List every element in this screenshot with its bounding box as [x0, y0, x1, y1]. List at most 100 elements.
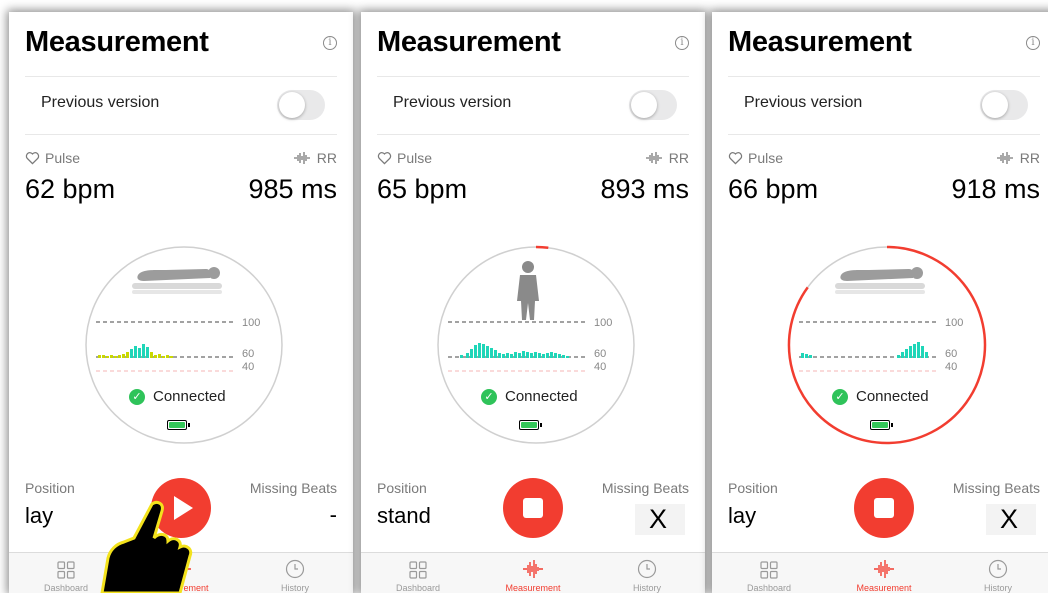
rr-bar [905, 349, 908, 358]
tab-label: Dashboard [395, 583, 441, 593]
connection-status: ✓ Connected [481, 388, 578, 405]
rr-label: RR [668, 150, 689, 166]
check-icon: ✓ [832, 388, 848, 405]
tab-history[interactable]: History [941, 553, 1048, 593]
tab-label: Dashboard [746, 583, 792, 593]
rr-bar [130, 349, 133, 358]
divider [728, 134, 1040, 135]
previous-version-toggle[interactable] [629, 90, 677, 120]
missing-beats-label: Missing Beats [952, 480, 1040, 496]
rr-bar [482, 344, 485, 358]
pulse-label: Pulse [748, 150, 784, 166]
pulse-label: Pulse [397, 150, 433, 166]
rr-bar [166, 355, 169, 358]
clock-icon [637, 559, 657, 579]
clock-icon [988, 559, 1008, 579]
rr-bar [470, 349, 473, 358]
tab-bar: Dashboard Measurement History [712, 552, 1048, 593]
rr-bar [546, 353, 549, 358]
rr-bar [478, 343, 481, 358]
rr-bar [921, 346, 924, 358]
rr-label: RR [316, 150, 337, 166]
rr-bar [801, 353, 804, 358]
rr-bar [98, 355, 101, 358]
rr-bar [114, 356, 117, 358]
tab-bar: Dashboard Measurement History [361, 552, 705, 593]
rr-header: RR [645, 150, 689, 166]
page-title: Measurement [728, 26, 912, 58]
divider [377, 76, 689, 77]
rr-bar [170, 356, 173, 358]
battery-icon [167, 420, 190, 430]
rr-bar [126, 352, 129, 358]
info-icon[interactable]: i [1026, 36, 1040, 50]
missing-beats-value: - [329, 502, 337, 527]
dial-graphic: 100 6040 [437, 245, 635, 444]
pulse-label: Pulse [45, 150, 81, 166]
rr-bar [510, 354, 513, 358]
divider [25, 76, 337, 77]
previous-version-toggle[interactable] [277, 90, 325, 120]
position-value: lay [25, 503, 54, 528]
screen-3: Measurement i Previous version Pulse RR … [712, 12, 1048, 593]
measurement-dial: 100 60 40 ✓ Connected [787, 245, 987, 445]
start-stop-button[interactable] [503, 478, 563, 538]
tab-dashboard[interactable]: Dashboard [361, 553, 475, 593]
heart-icon [728, 152, 743, 165]
rr-bar [150, 352, 153, 358]
tab-history[interactable]: History [238, 553, 352, 593]
rr-value: 985 ms [248, 174, 337, 204]
screen-2: Measurement i Previous version Pulse RR … [361, 12, 705, 593]
check-icon: ✓ [481, 388, 497, 405]
rr-bar [522, 351, 525, 358]
info-icon[interactable]: i [323, 36, 337, 50]
missing-beats-value: X [634, 504, 685, 535]
connection-status-label: Connected [153, 388, 226, 405]
tab-dashboard[interactable]: Dashboard [712, 553, 826, 593]
page-title: Measurement [377, 26, 561, 58]
scale-label: 60 [594, 348, 606, 360]
rr-bar [518, 353, 521, 358]
pointing-hand-icon [100, 500, 193, 593]
scale-label: 60 [945, 348, 957, 360]
rr-bar [917, 342, 920, 358]
start-stop-button[interactable] [854, 478, 914, 538]
pulse-value: 66 bpm [728, 174, 819, 204]
rr-bar [502, 354, 505, 358]
rr-bar [534, 352, 537, 358]
previous-version-toggle[interactable] [980, 90, 1028, 120]
rr-bar [530, 353, 533, 358]
waveform-icon [523, 560, 543, 578]
tab-measurement[interactable]: Measurement [827, 553, 941, 593]
measurement-dial: 100 60 40 ✓ Connected [84, 245, 284, 445]
stop-icon [523, 498, 543, 518]
rr-bar [805, 354, 808, 358]
missing-beats-label: Missing Beats [601, 480, 689, 496]
rr-bar [134, 346, 137, 358]
rr-bar [901, 352, 904, 358]
rr-bar [486, 346, 489, 358]
position-label: Position [377, 480, 427, 496]
position-label: Position [728, 480, 778, 496]
battery-icon [870, 420, 893, 430]
rr-bar [809, 355, 812, 358]
rr-label: RR [1019, 150, 1040, 166]
tab-history[interactable]: History [590, 553, 704, 593]
scale-label: 100 [242, 317, 260, 329]
grid-icon [57, 561, 75, 579]
missing-beats-label: Missing Beats [249, 480, 337, 496]
rr-bar [110, 355, 113, 358]
heart-icon [25, 152, 40, 165]
rr-bar [897, 355, 900, 358]
grid-icon [760, 561, 778, 579]
page-title: Measurement [25, 26, 209, 58]
rr-bar [102, 355, 105, 358]
scale-label: 60 [242, 348, 254, 360]
rr-value: 918 ms [951, 174, 1040, 204]
tab-measurement[interactable]: Measurement [476, 553, 590, 593]
info-icon[interactable]: i [675, 36, 689, 50]
rr-bar [118, 355, 121, 358]
position-value: stand [377, 503, 431, 528]
pulse-header: Pulse [728, 150, 783, 166]
measurement-dial: 100 60 40 ✓ Connected [436, 245, 636, 445]
